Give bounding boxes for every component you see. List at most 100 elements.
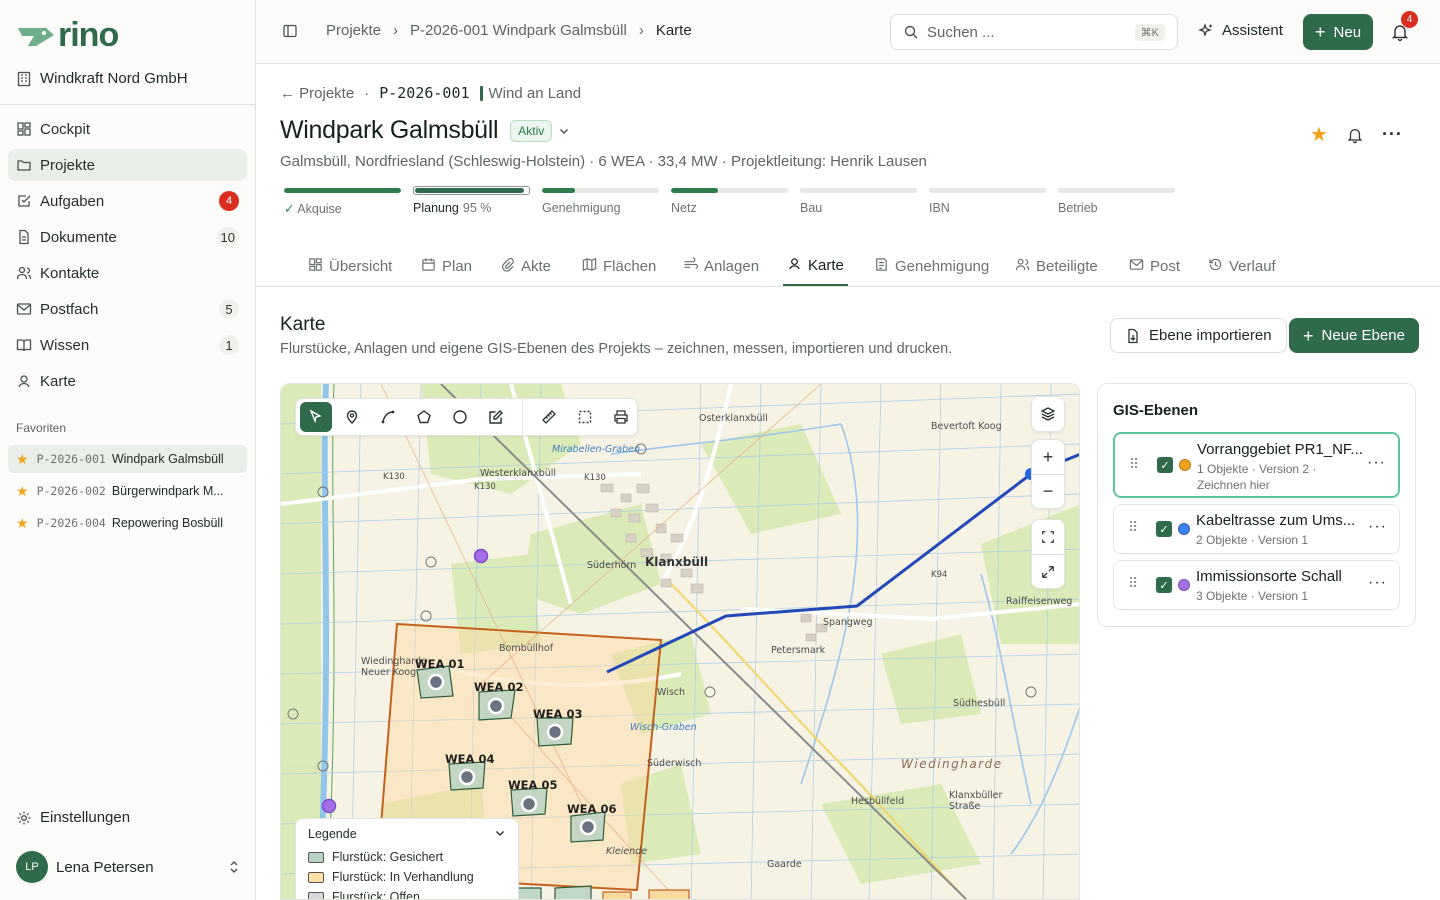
phase-bau[interactable]: Bau xyxy=(800,188,917,216)
phase-label: Planung xyxy=(413,201,459,215)
chevron-right-icon: › xyxy=(638,22,644,39)
sidebar-item-wissen[interactable]: Wissen 1 xyxy=(8,329,247,361)
turbine-label[interactable]: WEA 03 xyxy=(533,707,582,721)
import-layer-button[interactable]: Ebene importieren xyxy=(1110,318,1287,353)
phase-ibn[interactable]: IBN xyxy=(929,188,1046,216)
assistant-button[interactable]: Assistent xyxy=(1198,22,1283,39)
map-legend: Legende Flurstück: Gesichert Flurstück: … xyxy=(295,818,519,899)
layer-visibility-checkbox[interactable]: ✓ xyxy=(1157,457,1173,473)
fullscreen-icon[interactable] xyxy=(1032,554,1064,588)
breadcrumb-project[interactable]: P-2026-001 Windpark Galmsbüll xyxy=(410,22,627,39)
select-area-icon[interactable] xyxy=(569,402,601,432)
phase-netz[interactable]: Netz xyxy=(671,188,788,216)
sidebar-toggle-icon[interactable] xyxy=(282,23,298,39)
print-icon[interactable] xyxy=(605,402,637,432)
sidebar: rino Windkraft Nord GmbH Cockpit Projekt… xyxy=(0,0,256,900)
place-label: Bevertoft Koog xyxy=(931,421,1002,432)
star-icon[interactable]: ★ xyxy=(1310,122,1328,147)
circle-tool-icon[interactable] xyxy=(444,402,476,432)
gis-layer-item[interactable]: ⠿ ✓ Kabeltrasse zum Ums... 2 Objekte · V… xyxy=(1113,504,1400,554)
page-title: Windpark Galmsbüll xyxy=(280,116,499,144)
app-logo[interactable]: rino xyxy=(16,18,119,52)
user-menu[interactable]: LP Lena Petersen xyxy=(16,851,240,883)
sidebar-item-projekte[interactable]: Projekte xyxy=(8,149,247,181)
breadcrumb-projekte[interactable]: Projekte xyxy=(326,22,381,39)
drag-handle-icon[interactable]: ⠿ xyxy=(1128,519,1138,536)
drag-handle-icon[interactable]: ⠿ xyxy=(1129,456,1139,473)
tab-beteiligte[interactable]: Beteiligte xyxy=(1011,246,1102,286)
layer-visibility-checkbox[interactable]: ✓ xyxy=(1156,577,1172,593)
zoom-in-icon[interactable]: + xyxy=(1032,440,1064,474)
legend-item: Flurstück: In Verhandlung xyxy=(308,867,506,887)
gis-layer-item[interactable]: ⠿ ✓ Immissionsorte Schall 3 Objekte · Ve… xyxy=(1113,560,1400,610)
legend-header[interactable]: Legende xyxy=(308,827,506,841)
phase-genehmigung[interactable]: Genehmigung xyxy=(542,188,659,216)
turbine-label[interactable]: WEA 05 xyxy=(508,778,557,792)
fit-bounds-icon[interactable] xyxy=(1032,520,1064,554)
search-input[interactable]: Suchen ... ⌘K xyxy=(890,14,1178,50)
tab-plan[interactable]: Plan xyxy=(417,246,476,286)
favorite-item[interactable]: ★ P-2026-004 Repowering Bosbüll xyxy=(8,509,247,537)
calendar-icon xyxy=(421,257,436,276)
phase-akquise[interactable]: ✓ Akquise xyxy=(284,188,401,216)
favorite-item[interactable]: ★ P-2026-001 Windpark Galmsbüll xyxy=(8,445,247,473)
place-label: Wisch xyxy=(657,687,686,698)
tab-uebersicht[interactable]: Übersicht xyxy=(304,246,396,286)
zoom-out-icon[interactable]: − xyxy=(1032,474,1064,508)
more-icon[interactable]: ··· xyxy=(1382,124,1403,145)
project-meta: ← Projekte · P-2026-001 Wind an Land xyxy=(280,84,581,102)
drag-handle-icon[interactable]: ⠿ xyxy=(1128,575,1138,592)
tab-verlauf[interactable]: Verlauf xyxy=(1204,246,1280,286)
layer-visibility-checkbox[interactable]: ✓ xyxy=(1156,521,1172,537)
sidebar-item-cockpit[interactable]: Cockpit xyxy=(8,113,247,145)
sidebar-item-kontakte[interactable]: Kontakte xyxy=(8,257,247,289)
turbine-label[interactable]: WEA 06 xyxy=(567,802,616,816)
place-label: Südhesbüll xyxy=(953,698,1006,709)
bell-icon[interactable] xyxy=(1346,126,1364,144)
map-canvas[interactable]: Osterklanxbüll Bevertoft Koog Mirabellen… xyxy=(280,383,1080,900)
new-button[interactable]: + Neu xyxy=(1303,14,1374,50)
tab-anlagen[interactable]: Anlagen xyxy=(679,246,763,286)
line-tool-icon[interactable] xyxy=(372,402,404,432)
sidebar-item-karte[interactable]: Karte xyxy=(8,365,247,397)
tab-flaechen[interactable]: Flächen xyxy=(578,246,660,286)
back-to-projects-link[interactable]: ← Projekte xyxy=(280,85,354,102)
org-switcher[interactable]: Windkraft Nord GmbH xyxy=(16,70,188,87)
place-label: Gaarde xyxy=(767,859,802,870)
polygon-tool-icon[interactable] xyxy=(408,402,440,432)
new-layer-button[interactable]: + Neue Ebene xyxy=(1289,318,1419,353)
layers-control[interactable] xyxy=(1031,396,1065,432)
phase-planung[interactable]: Planung 95 % xyxy=(413,186,530,216)
measure-tool-icon[interactable] xyxy=(533,402,565,432)
more-icon[interactable]: ··· xyxy=(1368,574,1387,592)
project-type: Wind an Land xyxy=(479,85,581,102)
sidebar-item-dokumente[interactable]: Dokumente 10 xyxy=(8,221,247,253)
settings-link[interactable]: Einstellungen xyxy=(16,809,130,826)
tab-karte[interactable]: Karte xyxy=(783,246,848,286)
toolbar-separator xyxy=(522,398,523,436)
favorite-name: Bürgerwindpark M... xyxy=(111,484,224,498)
notification-badge: 4 xyxy=(1401,11,1418,28)
select-tool-icon[interactable] xyxy=(300,402,332,432)
turbine-label[interactable]: WEA 01 xyxy=(415,657,464,671)
gis-layer-item[interactable]: ⠿ ✓ Vorranggebiet PR1_NF... 1 Objekte · … xyxy=(1113,432,1400,498)
edit-tool-icon[interactable] xyxy=(480,402,512,432)
status-badge[interactable]: Aktiv xyxy=(510,119,553,142)
turbine-label[interactable]: WEA 02 xyxy=(474,680,523,694)
chevron-down-icon[interactable] xyxy=(558,125,570,137)
sidebar-item-postfach[interactable]: Postfach 5 xyxy=(8,293,247,325)
chevron-down-icon[interactable] xyxy=(494,827,506,839)
breadcrumb: Projekte › P-2026-001 Windpark Galmsbüll… xyxy=(282,22,692,39)
tab-post[interactable]: Post xyxy=(1125,246,1184,286)
turbine-label[interactable]: WEA 04 xyxy=(445,752,494,766)
tab-akte[interactable]: Akte xyxy=(496,246,555,286)
tab-genehmigung[interactable]: Genehmigung xyxy=(870,246,993,286)
favorite-item[interactable]: ★ P-2026-002 Bürgerwindpark M... xyxy=(8,477,247,505)
point-tool-icon[interactable] xyxy=(336,402,368,432)
phase-betrieb[interactable]: Betrieb xyxy=(1058,188,1175,216)
layers-icon[interactable] xyxy=(1032,397,1064,431)
more-icon[interactable]: ··· xyxy=(1368,518,1387,536)
sidebar-item-aufgaben[interactable]: Aufgaben 4 xyxy=(8,185,247,217)
file-import-icon xyxy=(1128,328,1138,343)
more-icon[interactable]: ··· xyxy=(1367,454,1386,472)
